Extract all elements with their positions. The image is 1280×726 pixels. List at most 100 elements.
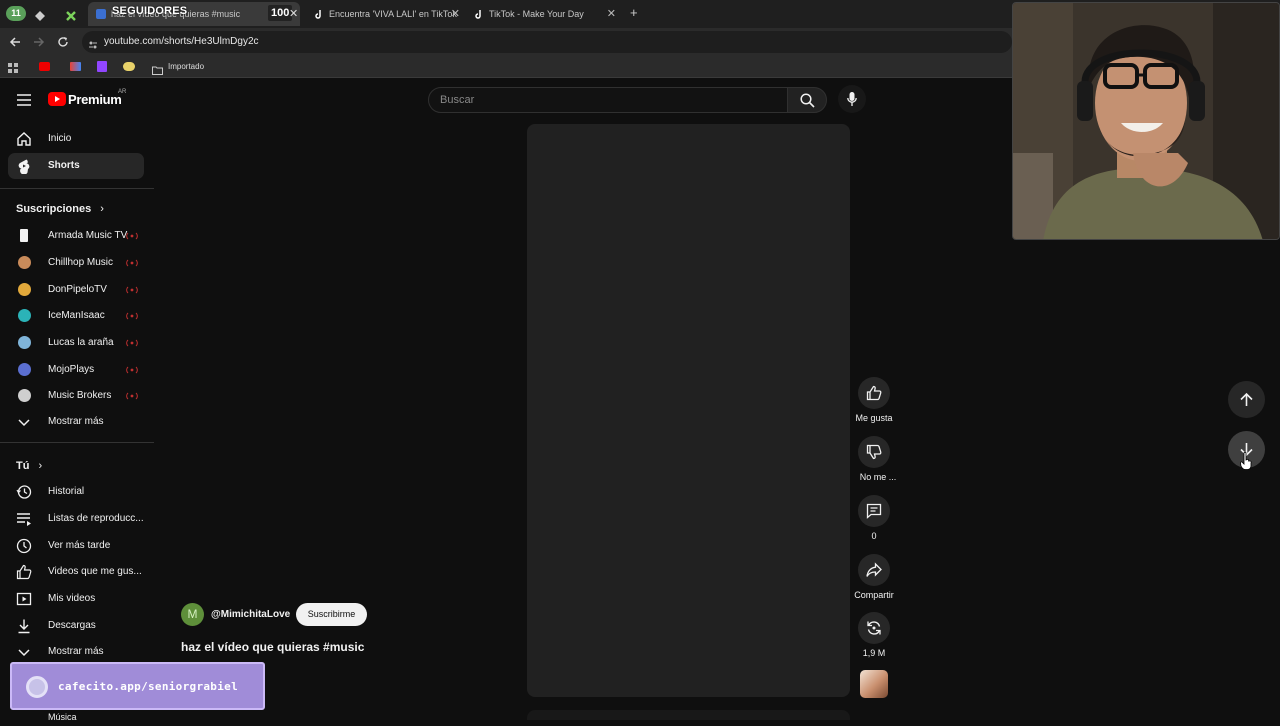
subscription-item[interactable]: Chillhop Music xyxy=(8,250,144,276)
channel-avatar[interactable]: M xyxy=(181,603,204,626)
cafecito-banner[interactable]: cafecito.app/seniorgrabiel xyxy=(10,662,265,710)
webcam-overlay xyxy=(1012,2,1280,240)
you-heading[interactable]: Tú › xyxy=(16,460,42,472)
bookmark-gmail-icon[interactable] xyxy=(70,62,81,71)
bookmark-youtube-icon[interactable] xyxy=(39,62,50,71)
subscription-item[interactable]: IceManIsaac xyxy=(8,303,144,329)
channel-avatar xyxy=(18,363,31,376)
share-button[interactable] xyxy=(858,554,890,586)
menu-icon[interactable] xyxy=(17,93,31,111)
subscribe-button[interactable]: Suscribirme xyxy=(296,603,367,626)
search-button[interactable] xyxy=(787,87,827,113)
arrow-up-icon xyxy=(1240,392,1253,406)
forward-icon[interactable] xyxy=(33,35,45,53)
chevron-right-icon: › xyxy=(38,460,43,472)
url-text: youtube.com/shorts/He3UlmDgy2c xyxy=(104,36,259,47)
thumbs-up-icon xyxy=(16,564,32,580)
folder-icon[interactable] xyxy=(152,62,163,80)
sidebar-item-downloads[interactable]: Descargas xyxy=(8,613,144,639)
subscription-label: DonPipeloTV xyxy=(48,284,107,295)
search-box[interactable] xyxy=(428,87,788,113)
chevron-down-icon xyxy=(18,419,30,427)
live-icon xyxy=(126,312,138,320)
sound-thumbnail[interactable] xyxy=(860,670,888,698)
bookmark-twitch-icon[interactable] xyxy=(97,61,107,72)
home-icon xyxy=(17,132,31,146)
microphone-icon xyxy=(847,92,857,106)
sidebar-item-watch-later[interactable]: Ver más tarde xyxy=(8,533,144,559)
tab-close-icon[interactable]: ✕ xyxy=(451,7,460,20)
tab-group-badge[interactable]: 11 xyxy=(6,6,26,21)
sidebar-item-playlists[interactable]: Listas de reproducc... xyxy=(8,506,144,532)
sidebar-item-label: Mostrar más xyxy=(48,646,104,657)
apps-grid-icon[interactable] xyxy=(8,61,19,79)
live-icon xyxy=(126,339,138,347)
you-title: Tú xyxy=(16,460,30,472)
live-icon xyxy=(126,259,138,267)
subscription-item[interactable]: Lucas la araña xyxy=(8,330,144,356)
dislike-label: No me ... xyxy=(859,472,897,482)
bookmark-folder-label[interactable]: Importado xyxy=(168,62,204,71)
sidebar-item-music[interactable]: Música xyxy=(48,712,77,722)
live-icon xyxy=(126,392,138,400)
sidebar-item-label: Historial xyxy=(48,486,85,497)
channel-name[interactable]: @MimichitaLove xyxy=(211,609,290,620)
remix-icon xyxy=(867,621,881,635)
site-info-icon[interactable] xyxy=(88,37,98,55)
sidebar-item-label: Inicio xyxy=(48,133,72,144)
next-short-preview[interactable] xyxy=(527,710,850,720)
tab-tiktok-viva-lali[interactable]: Encuentra 'VIVA LALI' en TikTok ✕ xyxy=(308,2,464,26)
show-more-subscriptions[interactable]: Mostrar más xyxy=(8,409,144,435)
new-tab-button[interactable]: + xyxy=(630,5,638,20)
sidebar-item-historial[interactable]: Historial xyxy=(8,479,144,505)
youtube-logo-icon[interactable] xyxy=(48,92,66,111)
sidebar: Inicio Shorts Suscripciones › Armada Mus… xyxy=(0,126,154,726)
sidebar-item-label: Videos que me gus... xyxy=(48,566,142,577)
tab-close-icon[interactable]: ✕ xyxy=(607,7,616,20)
live-icon xyxy=(126,286,138,294)
remix-button[interactable] xyxy=(858,612,890,644)
channel-avatar xyxy=(18,283,31,296)
like-label: Me gusta xyxy=(855,413,893,423)
sidebar-item-inicio[interactable]: Inicio xyxy=(8,126,144,152)
mouse-cursor-icon xyxy=(1240,451,1252,475)
sidebar-item-shorts[interactable]: Shorts xyxy=(8,153,144,179)
show-more-label: Mostrar más xyxy=(48,416,104,427)
search-input[interactable] xyxy=(429,88,759,112)
subscriptions-heading[interactable]: Suscripciones › xyxy=(16,203,104,215)
dislike-button[interactable] xyxy=(858,436,890,468)
channel-avatar xyxy=(18,336,31,349)
subscription-item[interactable]: MojoPlays xyxy=(8,357,144,383)
extension-icon[interactable] xyxy=(35,8,45,21)
premium-logo-text[interactable]: Premium xyxy=(68,92,122,107)
short-title[interactable]: haz el vídeo que quieras #music xyxy=(181,640,364,654)
short-video-player[interactable] xyxy=(527,124,850,697)
previous-short-button[interactable] xyxy=(1228,381,1265,418)
sidebar-divider xyxy=(0,442,154,443)
tab-tiktok[interactable]: TikTok - Make Your Day ✕ xyxy=(468,2,620,26)
reload-icon[interactable] xyxy=(57,35,69,53)
channel-avatar xyxy=(18,256,31,269)
channel-avatar xyxy=(20,229,28,242)
back-icon[interactable] xyxy=(9,35,21,53)
sidebar-item-label: Ver más tarde xyxy=(48,540,111,551)
history-icon xyxy=(16,485,32,499)
comment-icon xyxy=(866,503,882,519)
sidebar-item-my-videos[interactable]: Mis videos xyxy=(8,586,144,612)
comments-button[interactable] xyxy=(858,495,890,527)
like-button[interactable] xyxy=(858,377,890,409)
clock-icon xyxy=(16,538,32,554)
subscription-item[interactable]: DonPipeloTV xyxy=(8,277,144,303)
subscription-label: Music Brokers xyxy=(48,390,112,401)
subscription-item[interactable]: Armada Music TV xyxy=(8,223,144,249)
subscription-item[interactable]: Music Brokers xyxy=(8,383,144,409)
tab-close-icon[interactable]: ✕ xyxy=(289,7,298,20)
chevron-down-icon xyxy=(18,649,30,657)
thumbs-down-icon xyxy=(866,444,882,460)
pinned-tab-icon[interactable] xyxy=(66,8,76,21)
sidebar-item-liked-videos[interactable]: Videos que me gus... xyxy=(8,559,144,585)
voice-search-button[interactable] xyxy=(838,85,866,113)
bookmark-icon[interactable] xyxy=(123,62,135,71)
channel-avatar xyxy=(18,389,31,402)
address-bar[interactable]: youtube.com/shorts/He3UlmDgy2c xyxy=(82,31,1012,53)
